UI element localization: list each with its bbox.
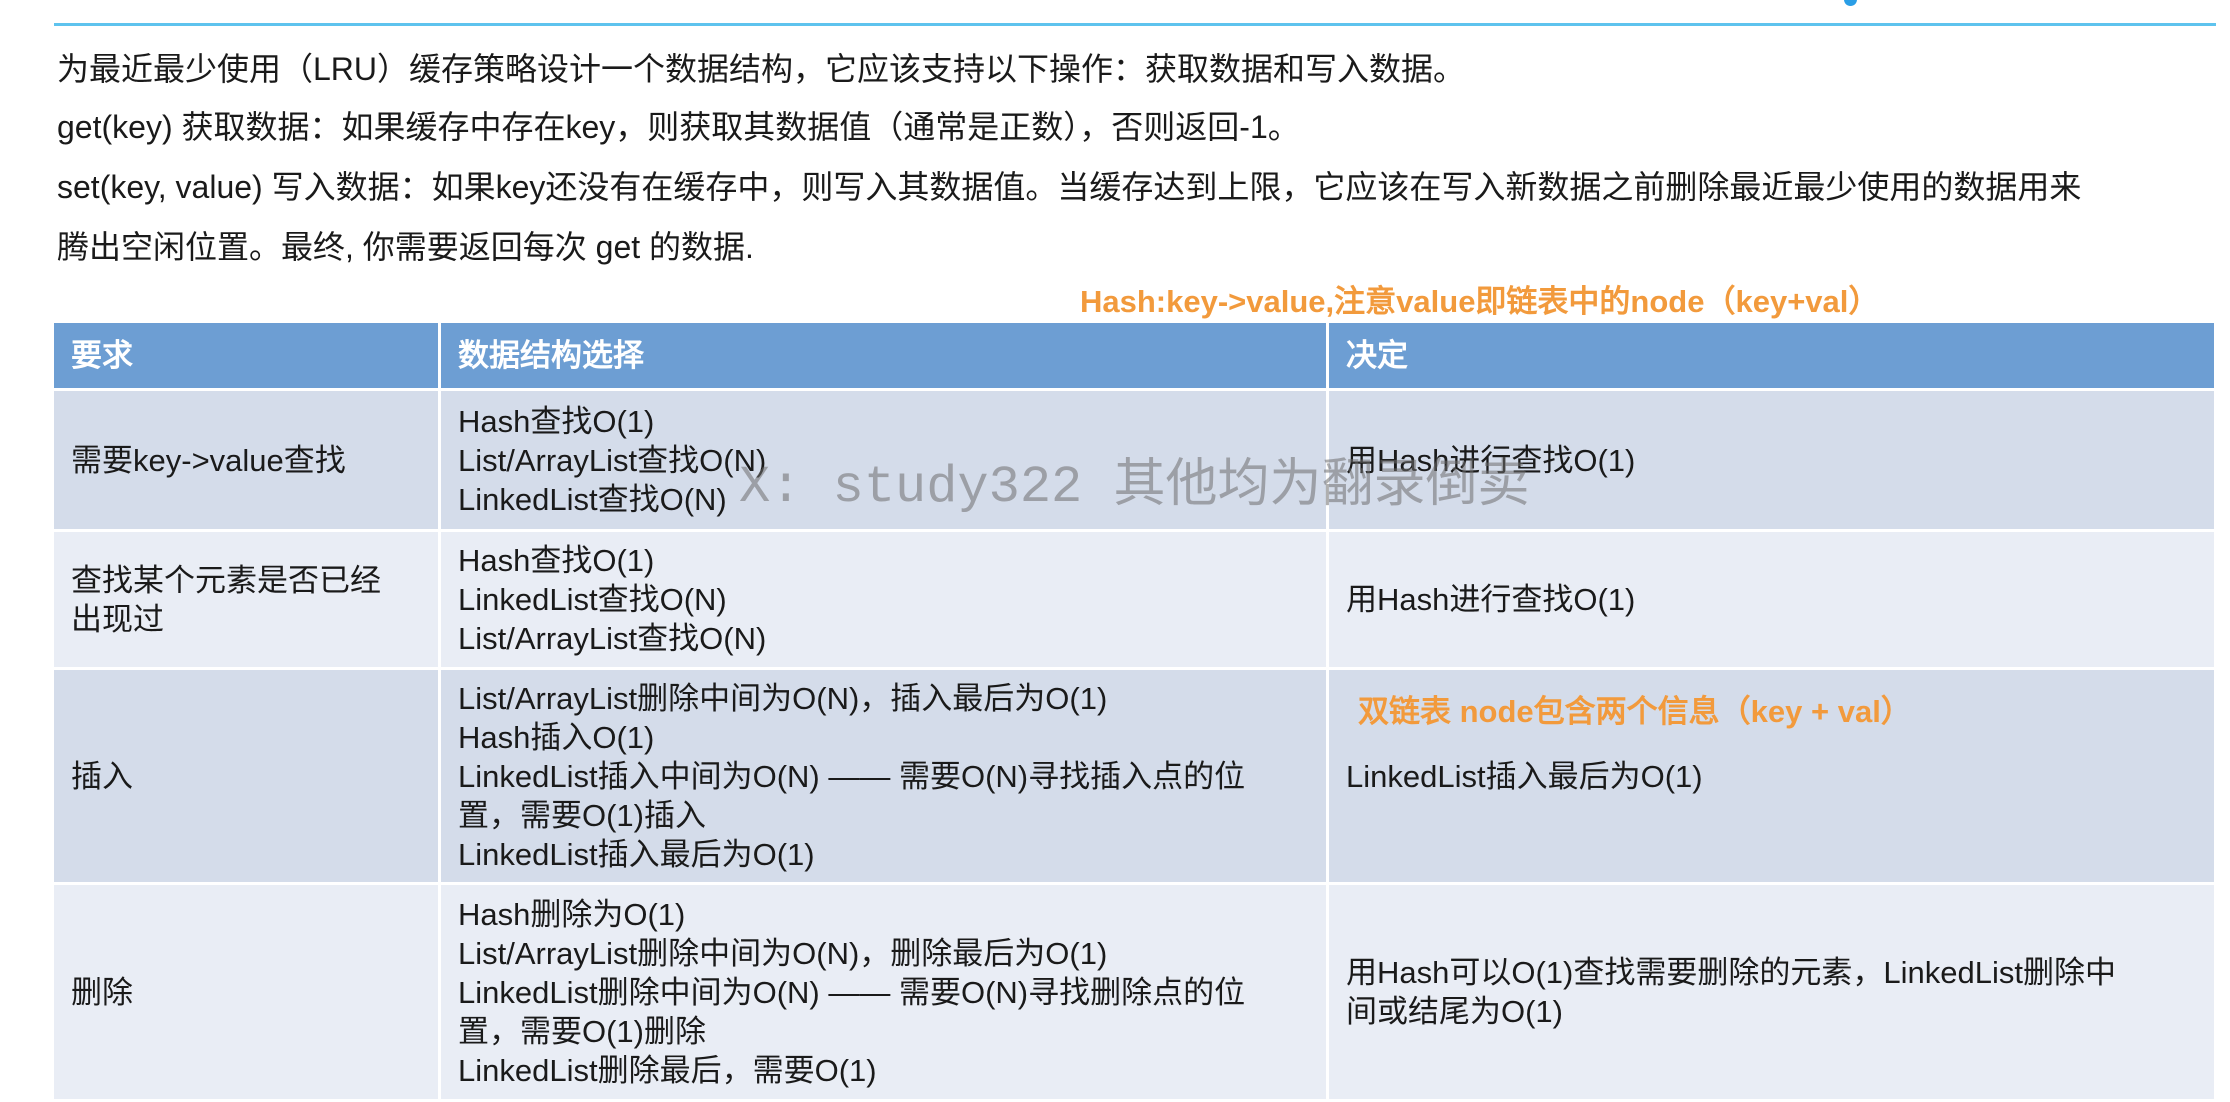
decision-text: 用Hash进行查找O(1) bbox=[1346, 442, 1636, 478]
problem-line-set-continued: 腾出空闲位置。最终, 你需要返回每次 get 的数据. bbox=[57, 229, 754, 265]
option-text: LinkedList查找O(N) bbox=[458, 481, 727, 517]
option-text: Hash插入O(1) bbox=[458, 719, 655, 755]
option-text: List/ArrayList查找O(N) bbox=[458, 442, 767, 478]
option-text: 置，需要O(1)删除 bbox=[458, 1013, 706, 1049]
decision-cell: 双链表 node包含两个信息（key + val） LinkedList插入最后… bbox=[1329, 670, 2214, 882]
decision-text: 用Hash进行查找O(1) bbox=[1346, 582, 1636, 617]
requirement-cell: 需要key->value查找 bbox=[54, 391, 438, 529]
option-text: LinkedList插入最后为O(1) bbox=[458, 836, 815, 872]
requirement-text: 需要key->value查找 bbox=[71, 442, 346, 478]
option-text: Hash查找O(1) bbox=[458, 403, 655, 439]
problem-line-get: get(key) 获取数据：如果缓存中存在key，则获取其数据值（通常是正数），… bbox=[57, 109, 1300, 145]
requirement-cell: 查找某个元素是否已经 出现过 bbox=[54, 532, 438, 667]
structure-options-cell: Hash删除为O(1) List/ArrayList删除中间为O(N)，删除最后… bbox=[441, 885, 1326, 1099]
decision-cell: 用Hash可以O(1)查找需要删除的元素，LinkedList删除中 间或结尾为… bbox=[1329, 885, 2214, 1099]
problem-line-set: set(key, value) 写入数据：如果key还没有在缓存中，则写入其数据… bbox=[57, 169, 2082, 205]
decision-text: 用Hash可以O(1)查找需要删除的元素，LinkedList删除中 bbox=[1346, 955, 2116, 990]
option-text: Hash查找O(1) bbox=[458, 543, 655, 578]
option-text: List/ArrayList查找O(N) bbox=[458, 621, 767, 656]
hash-annotation: Hash:key->value,注意value即链表中的node（key+val… bbox=[1080, 284, 1880, 319]
option-text: LinkedList删除中间为O(N) —— 需要O(N)寻找删除点的位 bbox=[458, 974, 1246, 1010]
option-text: Hash删除为O(1) bbox=[458, 896, 686, 932]
top-accent-line bbox=[54, 23, 2216, 26]
requirement-text: 出现过 bbox=[71, 601, 164, 637]
option-text: LinkedList插入中间为O(N) —— 需要O(N)寻找插入点的位 bbox=[458, 758, 1246, 794]
header-label: 要求 bbox=[71, 337, 133, 373]
requirement-cell: 删除 bbox=[54, 885, 438, 1099]
requirement-text: 查找某个元素是否已经 bbox=[71, 562, 381, 598]
header-cell-requirement: 要求 bbox=[54, 323, 438, 388]
decision-text: 间或结尾为O(1) bbox=[1346, 994, 1563, 1029]
option-text: 置，需要O(1)插入 bbox=[458, 797, 706, 833]
decision-cell: 用Hash进行查找O(1) bbox=[1329, 532, 2214, 667]
header-cell-decision: 决定 bbox=[1329, 323, 2214, 388]
requirement-cell: 插入 bbox=[54, 670, 438, 882]
option-text: List/ArrayList删除中间为O(N)，插入最后为O(1) bbox=[458, 680, 1108, 716]
header-cell-structure-choice: 数据结构选择 bbox=[441, 323, 1326, 388]
decision-cell: 用Hash进行查找O(1) bbox=[1329, 391, 2214, 529]
requirement-text: 插入 bbox=[71, 758, 133, 794]
option-text: LinkedList删除最后，需要O(1) bbox=[458, 1052, 877, 1088]
structure-options-cell: Hash查找O(1) LinkedList查找O(N) List/ArrayLi… bbox=[441, 532, 1326, 667]
structure-options-cell: List/ArrayList删除中间为O(N)，插入最后为O(1) Hash插入… bbox=[441, 670, 1326, 882]
problem-line-intro: 为最近最少使用（LRU）缓存策略设计一个数据结构，它应该支持以下操作：获取数据和… bbox=[57, 51, 1466, 87]
option-text: List/ArrayList删除中间为O(N)，删除最后为O(1) bbox=[458, 935, 1108, 971]
top-accent-dot bbox=[1844, 0, 1857, 6]
header-label: 决定 bbox=[1346, 337, 1408, 373]
option-text: LinkedList查找O(N) bbox=[458, 582, 727, 617]
comparison-table: 要求 数据结构选择 决定 需要key->value查找 Hash查找O(1) L… bbox=[54, 323, 2214, 1099]
linked-list-node-note: 双链表 node包含两个信息（key + val） bbox=[1358, 694, 1912, 729]
slide: 为最近最少使用（LRU）缓存策略设计一个数据结构，它应该支持以下操作：获取数据和… bbox=[0, 0, 2230, 1102]
decision-text: LinkedList插入最后为O(1) bbox=[1346, 758, 1703, 794]
requirement-text: 删除 bbox=[71, 974, 133, 1010]
header-label: 数据结构选择 bbox=[458, 337, 644, 373]
structure-options-cell: Hash查找O(1) List/ArrayList查找O(N) LinkedLi… bbox=[441, 391, 1326, 529]
